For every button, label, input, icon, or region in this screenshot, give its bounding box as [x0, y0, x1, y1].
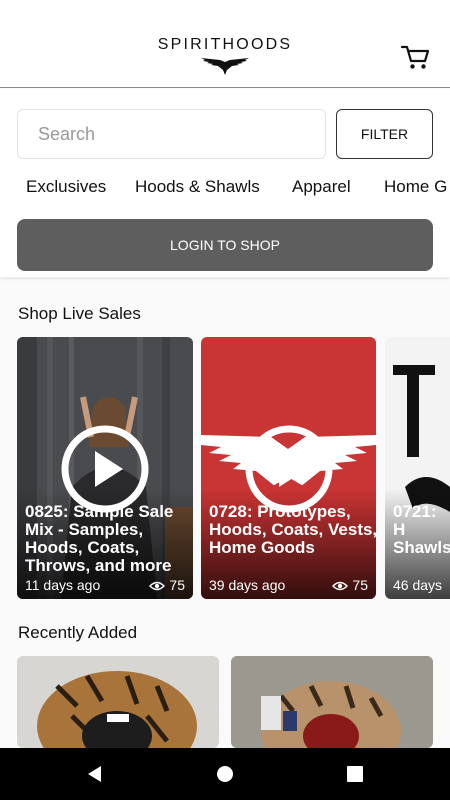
- sale-title: 0728: Prototypes, Hoods, Coats, Vests, H…: [209, 502, 376, 557]
- sale-views-count: 75: [169, 577, 185, 593]
- live-sales-heading: Shop Live Sales: [18, 304, 141, 323]
- category-apparel[interactable]: Apparel: [292, 177, 351, 197]
- play-icon[interactable]: [245, 425, 333, 513]
- category-tabs: Exclusives Hoods & Shawls Apparel Home G: [0, 177, 450, 203]
- category-exclusives[interactable]: Exclusives: [26, 177, 106, 197]
- search-input[interactable]: Search: [17, 109, 326, 159]
- brand-logo[interactable]: SPIRITHOODS: [150, 36, 300, 76]
- sale-views: 75: [332, 577, 368, 593]
- eye-icon: [149, 581, 166, 591]
- system-nav-bar: [0, 748, 450, 800]
- app-screen: SPIRITHOODS Search FILTER Exclusives Hoo…: [0, 0, 450, 800]
- product-image: [231, 656, 433, 748]
- filter-button[interactable]: FILTER: [336, 109, 433, 159]
- sale-age: 11 days ago: [25, 577, 101, 593]
- wings-logo-icon: [201, 58, 249, 75]
- cart-icon[interactable]: [400, 42, 432, 72]
- search-panel: Search FILTER Exclusives Hoods & Shawls …: [0, 89, 450, 277]
- top-header: SPIRITHOODS: [0, 0, 450, 88]
- eye-icon: [332, 581, 349, 591]
- live-sale-card[interactable]: 0825: Sample Sale Mix - Samples, Hoods, …: [17, 337, 193, 599]
- live-sale-card[interactable]: 0728: Prototypes, Hoods, Coats, Vests, H…: [201, 337, 376, 599]
- product-thumbnail[interactable]: [231, 656, 433, 748]
- sale-title: 0825: Sample Sale Mix - Samples, Hoods, …: [25, 502, 174, 575]
- home-circle-icon[interactable]: [215, 764, 235, 784]
- product-image: [17, 656, 219, 748]
- sale-title: 0721: H Shawls,: [393, 503, 450, 557]
- sale-views: 75: [149, 577, 185, 593]
- play-icon[interactable]: [61, 425, 149, 513]
- recently-added-heading: Recently Added: [18, 623, 138, 642]
- category-hoods-shawls[interactable]: Hoods & Shawls: [135, 177, 260, 197]
- category-home-goods[interactable]: Home G: [384, 177, 447, 197]
- sale-age: 46 days: [393, 577, 443, 593]
- recents-square-icon[interactable]: [345, 764, 365, 784]
- sale-age: 39 days ago: [209, 577, 286, 593]
- brand-name: SPIRITHOODS: [157, 36, 293, 53]
- product-thumbnail[interactable]: [17, 656, 219, 748]
- login-to-shop-button[interactable]: LOGIN TO SHOP: [17, 219, 433, 271]
- back-triangle-icon[interactable]: [85, 764, 105, 784]
- live-sale-card[interactable]: 0721: H Shawls, 46 days: [385, 337, 450, 599]
- sale-views-count: 75: [352, 577, 368, 593]
